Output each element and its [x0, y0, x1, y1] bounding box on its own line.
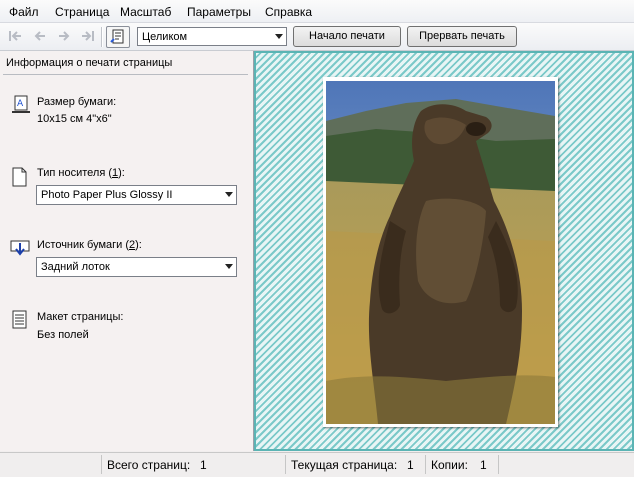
total-pages-value: 1 — [200, 458, 207, 472]
menu-page[interactable]: Страница — [55, 5, 109, 19]
start-print-button[interactable]: Начало печати — [293, 26, 401, 47]
current-page-label: Текущая страница: — [291, 458, 398, 472]
page-layout-value: Без полей — [37, 329, 89, 341]
menu-bar: Файл Страница Масштаб Параметры Справка — [0, 0, 634, 23]
paper-size-value: 10x15 см 4"x6" — [37, 113, 112, 125]
toolbar-separator — [101, 27, 103, 47]
paper-source-select[interactable]: Задний лоток — [36, 257, 237, 277]
page-layout-label: Макет страницы: — [37, 311, 124, 323]
chevron-down-icon — [275, 34, 283, 39]
status-separator — [285, 455, 286, 474]
first-page-icon[interactable] — [7, 28, 25, 44]
chevron-down-icon — [225, 192, 233, 197]
paper-source-select-value: Задний лоток — [41, 261, 110, 273]
paper-size-icon: A — [12, 95, 30, 113]
copies-label: Копии: — [431, 458, 468, 472]
page-layout-icon — [12, 310, 27, 329]
total-pages-label: Всего страниц: — [107, 458, 191, 472]
media-type-label: Тип носителя (1): — [37, 167, 125, 179]
abort-print-button[interactable]: Прервать печать — [407, 26, 517, 47]
previous-page-icon[interactable] — [31, 28, 49, 44]
paper-size-label: Размер бумаги: — [37, 96, 117, 108]
media-type-icon — [12, 167, 27, 187]
zoom-select-value: Целиком — [142, 31, 188, 43]
svg-text:A: A — [17, 99, 24, 109]
paper-source-label: Источник бумаги (2): — [37, 239, 142, 251]
menu-file[interactable]: Файл — [9, 5, 39, 19]
status-separator — [101, 455, 102, 474]
status-bar: Всего страниц: 1 Текущая страница: 1 Коп… — [0, 452, 634, 477]
panel-header: Информация о печати страницы — [3, 57, 248, 75]
chevron-down-icon — [225, 264, 233, 269]
media-type-select[interactable]: Photo Paper Plus Glossy II — [36, 185, 237, 205]
page-info-button[interactable] — [106, 26, 130, 48]
menu-zoom[interactable]: Масштаб — [120, 5, 171, 19]
toolbar: Целиком Начало печати Прервать печать — [0, 23, 634, 51]
bear-photo — [326, 81, 555, 424]
current-page-value: 1 — [407, 458, 414, 472]
print-info-panel: Информация о печати страницы A Размер бу… — [0, 51, 254, 451]
print-preview-area — [254, 51, 634, 451]
status-separator — [425, 455, 426, 474]
menu-options[interactable]: Параметры — [187, 5, 251, 19]
page-info-icon — [110, 29, 124, 44]
next-page-icon[interactable] — [55, 28, 73, 44]
paper-sheet — [323, 77, 558, 427]
status-separator — [498, 455, 499, 474]
copies-value: 1 — [480, 458, 487, 472]
last-page-icon[interactable] — [79, 28, 97, 44]
paper-source-icon — [10, 240, 30, 256]
media-type-select-value: Photo Paper Plus Glossy II — [41, 189, 173, 201]
zoom-select[interactable]: Целиком — [137, 27, 287, 46]
menu-help[interactable]: Справка — [265, 5, 312, 19]
